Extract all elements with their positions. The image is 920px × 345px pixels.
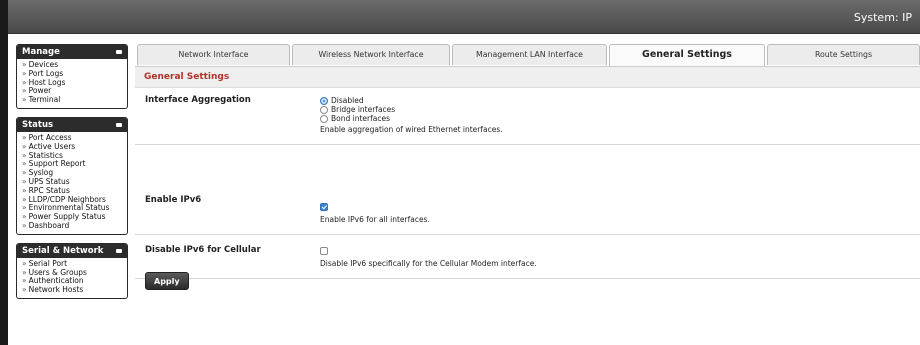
enable-ipv6-label: Enable IPv6 — [145, 195, 202, 205]
row-disable-ipv6-cellular: Disable IPv6 for Cellular Disable IPv6 s… — [135, 235, 920, 279]
sidebar-section-status: Status » Port Access » Active Users » Stati… — [16, 116, 128, 235]
apply-button[interactable]: Apply — [145, 272, 189, 290]
page-title: System: IP — [853, 11, 912, 24]
chevron-right-icon: » — [22, 168, 27, 178]
sidebar-item-label: Authentication — [28, 276, 84, 286]
sidebar-item-label: UPS Status — [28, 176, 70, 186]
sidebar-item-label: Active Users — [28, 141, 76, 151]
chevron-right-icon: » — [22, 132, 27, 142]
interface-aggregation-help: Enable aggregation of wired Ethernet int… — [320, 125, 503, 134]
radio-option-label: Bridge interfaces — [331, 105, 396, 114]
sidebar-item-label: Support Report — [28, 159, 86, 169]
sidebar-item-label: Host Logs — [28, 77, 66, 87]
enable-ipv6-help: Enable IPv6 for all interfaces. — [320, 215, 430, 224]
disable-ipv6-cellular-checkbox[interactable] — [320, 247, 328, 255]
sidebar-section-serial-network: Serial & Network » Serial Port » Users & G… — [16, 242, 128, 299]
left-edge-bar — [0, 0, 8, 345]
radio-option-bridge[interactable]: Bridge interfaces — [320, 105, 503, 114]
sidebar-section-header[interactable]: Manage — [17, 45, 127, 59]
radio-option-disabled[interactable]: Disabled — [320, 96, 503, 105]
tab-general-settings[interactable]: General Settings — [609, 44, 765, 66]
interface-aggregation-label: Interface Aggregation — [145, 95, 251, 105]
sidebar-item-label: Devices — [28, 60, 59, 69]
chevron-right-icon: » — [22, 60, 27, 69]
chevron-right-icon: » — [22, 267, 27, 277]
sidebar-item-label: Serial Port — [28, 258, 68, 268]
sidebar-item-label: Terminal — [28, 95, 61, 105]
chevron-right-icon: » — [22, 68, 27, 78]
chevron-right-icon: » — [22, 150, 27, 160]
sidebar-item-label: Power Supply Status — [28, 212, 106, 222]
sidebar-item-label: Environmental Status — [28, 203, 110, 213]
chevron-right-icon: » — [22, 258, 27, 268]
section-title: General Settings — [135, 66, 920, 88]
collapse-icon[interactable] — [116, 248, 122, 253]
tab-bar: Network Interface Wireless Network Inter… — [135, 44, 920, 66]
tab-route-settings[interactable]: Route Settings — [767, 44, 920, 65]
sidebar-item-label: Port Logs — [28, 68, 64, 78]
sidebar-section-title: Status — [22, 119, 54, 130]
radio-unselected-icon[interactable] — [320, 114, 328, 123]
chevron-right-icon: » — [22, 212, 27, 222]
chevron-right-icon: » — [22, 176, 27, 186]
row-interface-aggregation: Interface Aggregation Disabled Bridge in… — [135, 88, 920, 145]
sidebar-item-label: Network Hosts — [28, 285, 84, 295]
sidebar-section-list: » Serial Port » Users & Groups » Authentica… — [17, 258, 127, 298]
disable-ipv6-cellular-control: Disable IPv6 specifically for the Cellul… — [320, 247, 537, 268]
radio-unselected-icon[interactable] — [320, 105, 328, 114]
sidebar-item-label: Statistics — [28, 150, 63, 160]
chevron-right-icon: » — [22, 203, 27, 213]
sidebar-item-label: Users & Groups — [28, 267, 87, 277]
chevron-right-icon: » — [22, 159, 27, 169]
main-panel: Network Interface Wireless Network Inter… — [135, 44, 920, 290]
settings-form: General Settings Interface Aggregation D… — [135, 66, 920, 279]
chevron-right-icon: » — [22, 77, 27, 87]
sidebar: Manage » Devices » Port Logs » Host Logs » P… — [16, 44, 128, 307]
collapse-icon[interactable] — [116, 122, 122, 127]
chevron-right-icon: » — [22, 141, 27, 151]
enable-ipv6-control: Enable IPv6 for all interfaces. — [320, 203, 430, 224]
chevron-right-icon: » — [22, 86, 27, 96]
disable-ipv6-cellular-label: Disable IPv6 for Cellular — [145, 245, 261, 255]
tab-wireless-network-interface[interactable]: Wireless Network Interface — [292, 44, 450, 65]
sidebar-section-manage: Manage » Devices » Port Logs » Host Logs » P… — [16, 44, 128, 109]
sidebar-section-title: Serial & Network — [22, 245, 104, 256]
radio-selected-icon[interactable] — [320, 96, 328, 105]
sidebar-item-label: LLDP/CDP Neighbors — [28, 194, 106, 204]
radio-option-label: Bond interfaces — [331, 114, 390, 123]
sidebar-item-label: RPC Status — [28, 185, 70, 195]
tab-management-lan-interface[interactable]: Management LAN Interface — [452, 44, 607, 65]
sidebar-section-title: Manage — [22, 47, 60, 57]
interface-aggregation-options: Disabled Bridge interfaces Bond interfac… — [320, 96, 503, 134]
sidebar-item-label: Power — [28, 86, 52, 96]
radio-option-label: Disabled — [331, 96, 364, 105]
chevron-right-icon: » — [22, 95, 27, 105]
radio-option-bond[interactable]: Bond interfaces — [320, 114, 503, 123]
disable-ipv6-cellular-help: Disable IPv6 specifically for the Cellul… — [320, 259, 537, 268]
sidebar-item-terminal[interactable]: » Terminal — [22, 95, 123, 105]
row-enable-ipv6: Enable IPv6 — [135, 195, 920, 235]
sidebar-item-dashboard[interactable]: » Dashboard — [22, 220, 123, 231]
collapse-icon[interactable] — [116, 50, 122, 54]
sidebar-item-label: Syslog — [28, 168, 54, 178]
chevron-right-icon: » — [22, 185, 27, 195]
sidebar-section-header[interactable]: Serial & Network — [17, 243, 127, 258]
chevron-right-icon: » — [22, 276, 27, 286]
chevron-right-icon: » — [22, 285, 27, 295]
enable-ipv6-checkbox[interactable] — [320, 203, 328, 211]
top-header-bar: System: IP — [8, 0, 920, 34]
sidebar-item-label: Dashboard — [28, 220, 70, 230]
chevron-right-icon: » — [22, 220, 27, 230]
tab-network-interface[interactable]: Network Interface — [137, 44, 290, 65]
sidebar-section-list: » Port Access » Active Users » Statistics »… — [17, 132, 127, 234]
sidebar-section-list: » Devices » Port Logs » Host Logs » Power » T… — [17, 59, 127, 108]
chevron-right-icon: » — [22, 194, 27, 204]
sidebar-section-header[interactable]: Status — [17, 117, 127, 132]
sidebar-item-network-hosts[interactable]: » Network Hosts — [22, 285, 123, 295]
sidebar-item-label: Port Access — [28, 132, 72, 142]
